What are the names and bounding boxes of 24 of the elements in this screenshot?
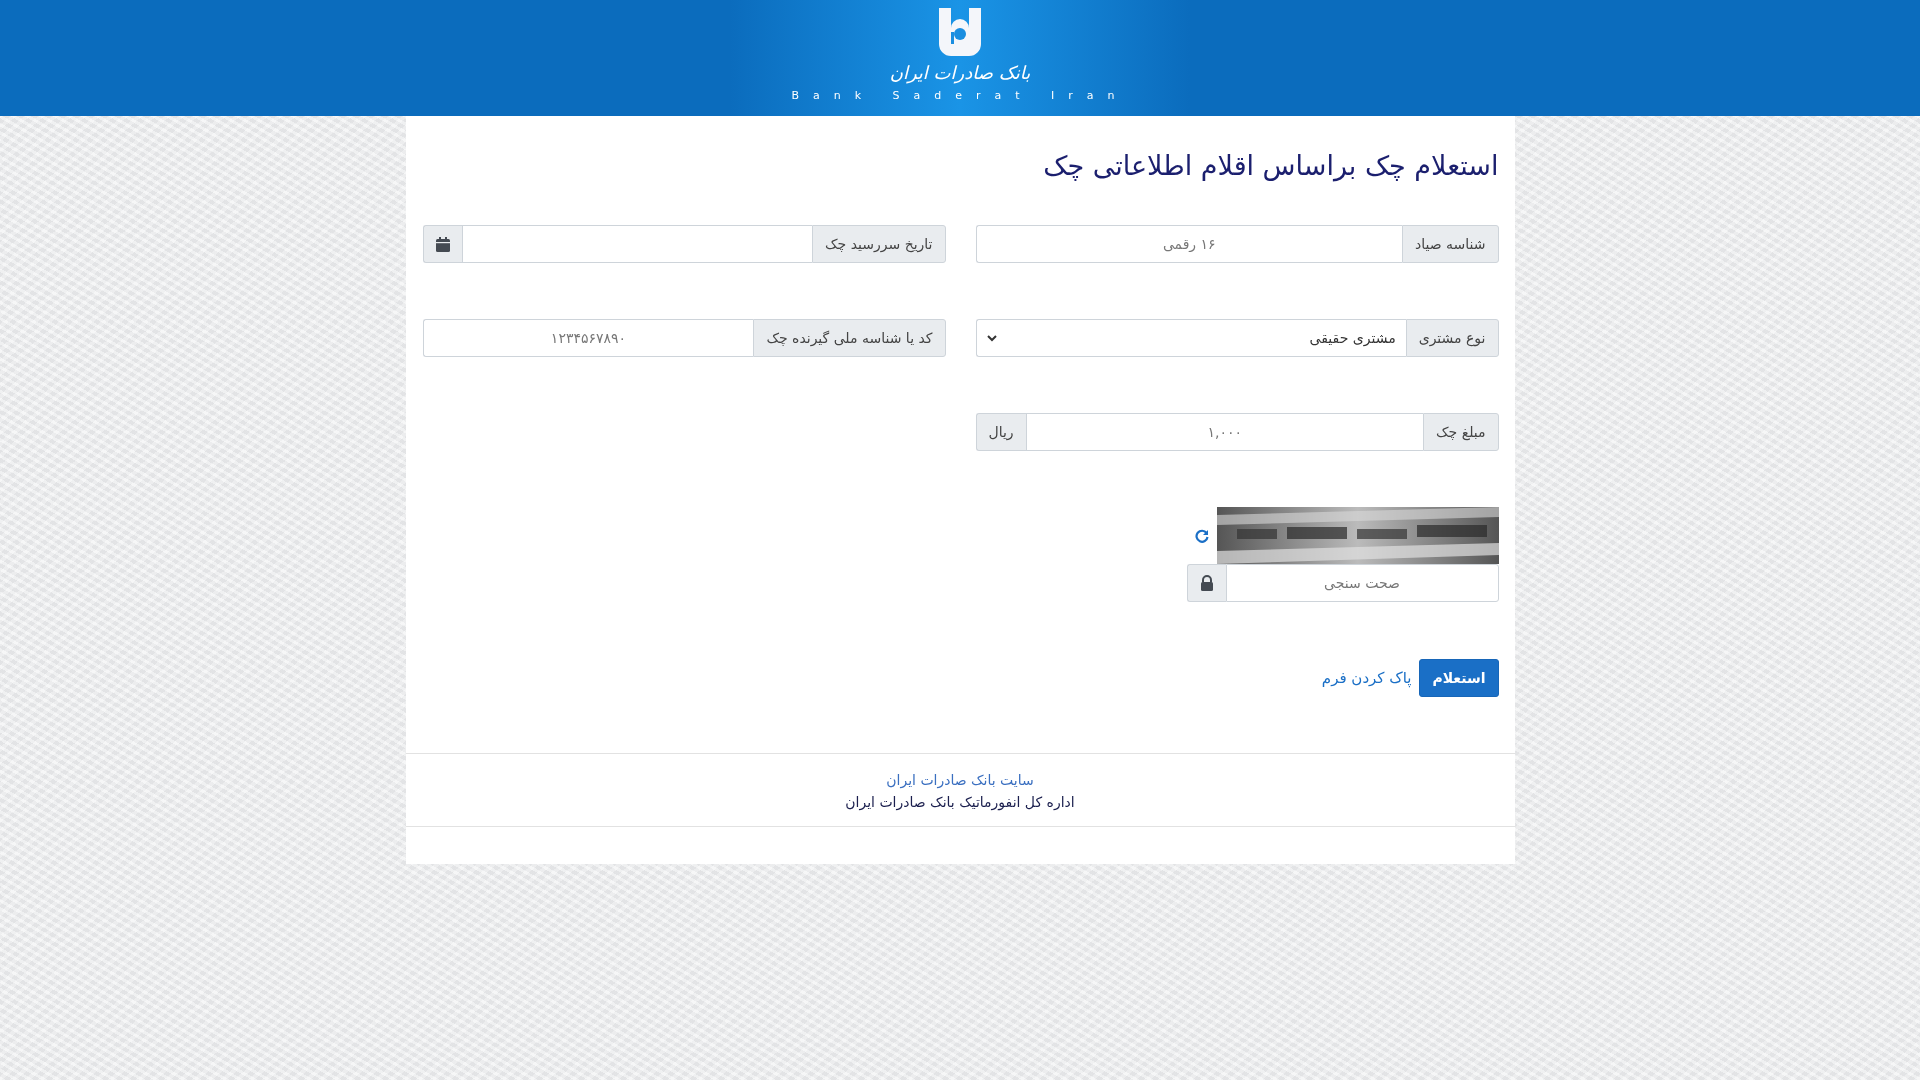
logo-subtitle: Bank Saderat Iran [791,89,1129,102]
field-label: کد یا شناسه ملی گیرنده چک [753,319,946,357]
site-link[interactable]: سایت بانک صادرات ایران [886,772,1034,788]
calendar-icon [435,236,450,252]
customer-type-select[interactable]: مشتری حقیقی [975,319,1406,357]
input-field[interactable] [461,225,813,263]
currency-unit: ریال [975,413,1026,451]
logo-text: بانک صادرات ایران [889,62,1031,83]
input-field[interactable]: ۱۲۳۴۵۶۷۸۹۰ [422,319,754,357]
field-label: شناسه صیاد [1401,225,1499,263]
field-label: نوع مشتری [1405,319,1499,357]
page-title: استعلام چک براساس اقلام اطلاعاتی چک [1042,150,1499,181]
lock-icon [1186,564,1226,602]
captcha-field[interactable]: صحت سنجی [1225,564,1499,602]
calendar-button[interactable] [422,225,462,263]
field-label: مبلغ چک [1423,413,1499,451]
footer-text: اداره کل انفورماتیک بانک صادرات ایران [845,794,1075,810]
field-label: تاریخ سررسید چک [812,225,946,263]
input-field[interactable]: ۱,۰۰۰ [1025,413,1424,451]
reset-link[interactable]: پاک کردن فرم [1321,669,1412,687]
submit-button[interactable]: استعلام [1419,659,1499,697]
input-field[interactable]: ۱۶ رقمی [975,225,1402,263]
refresh-icon[interactable] [1194,528,1209,543]
chevron-icon [986,334,997,342]
